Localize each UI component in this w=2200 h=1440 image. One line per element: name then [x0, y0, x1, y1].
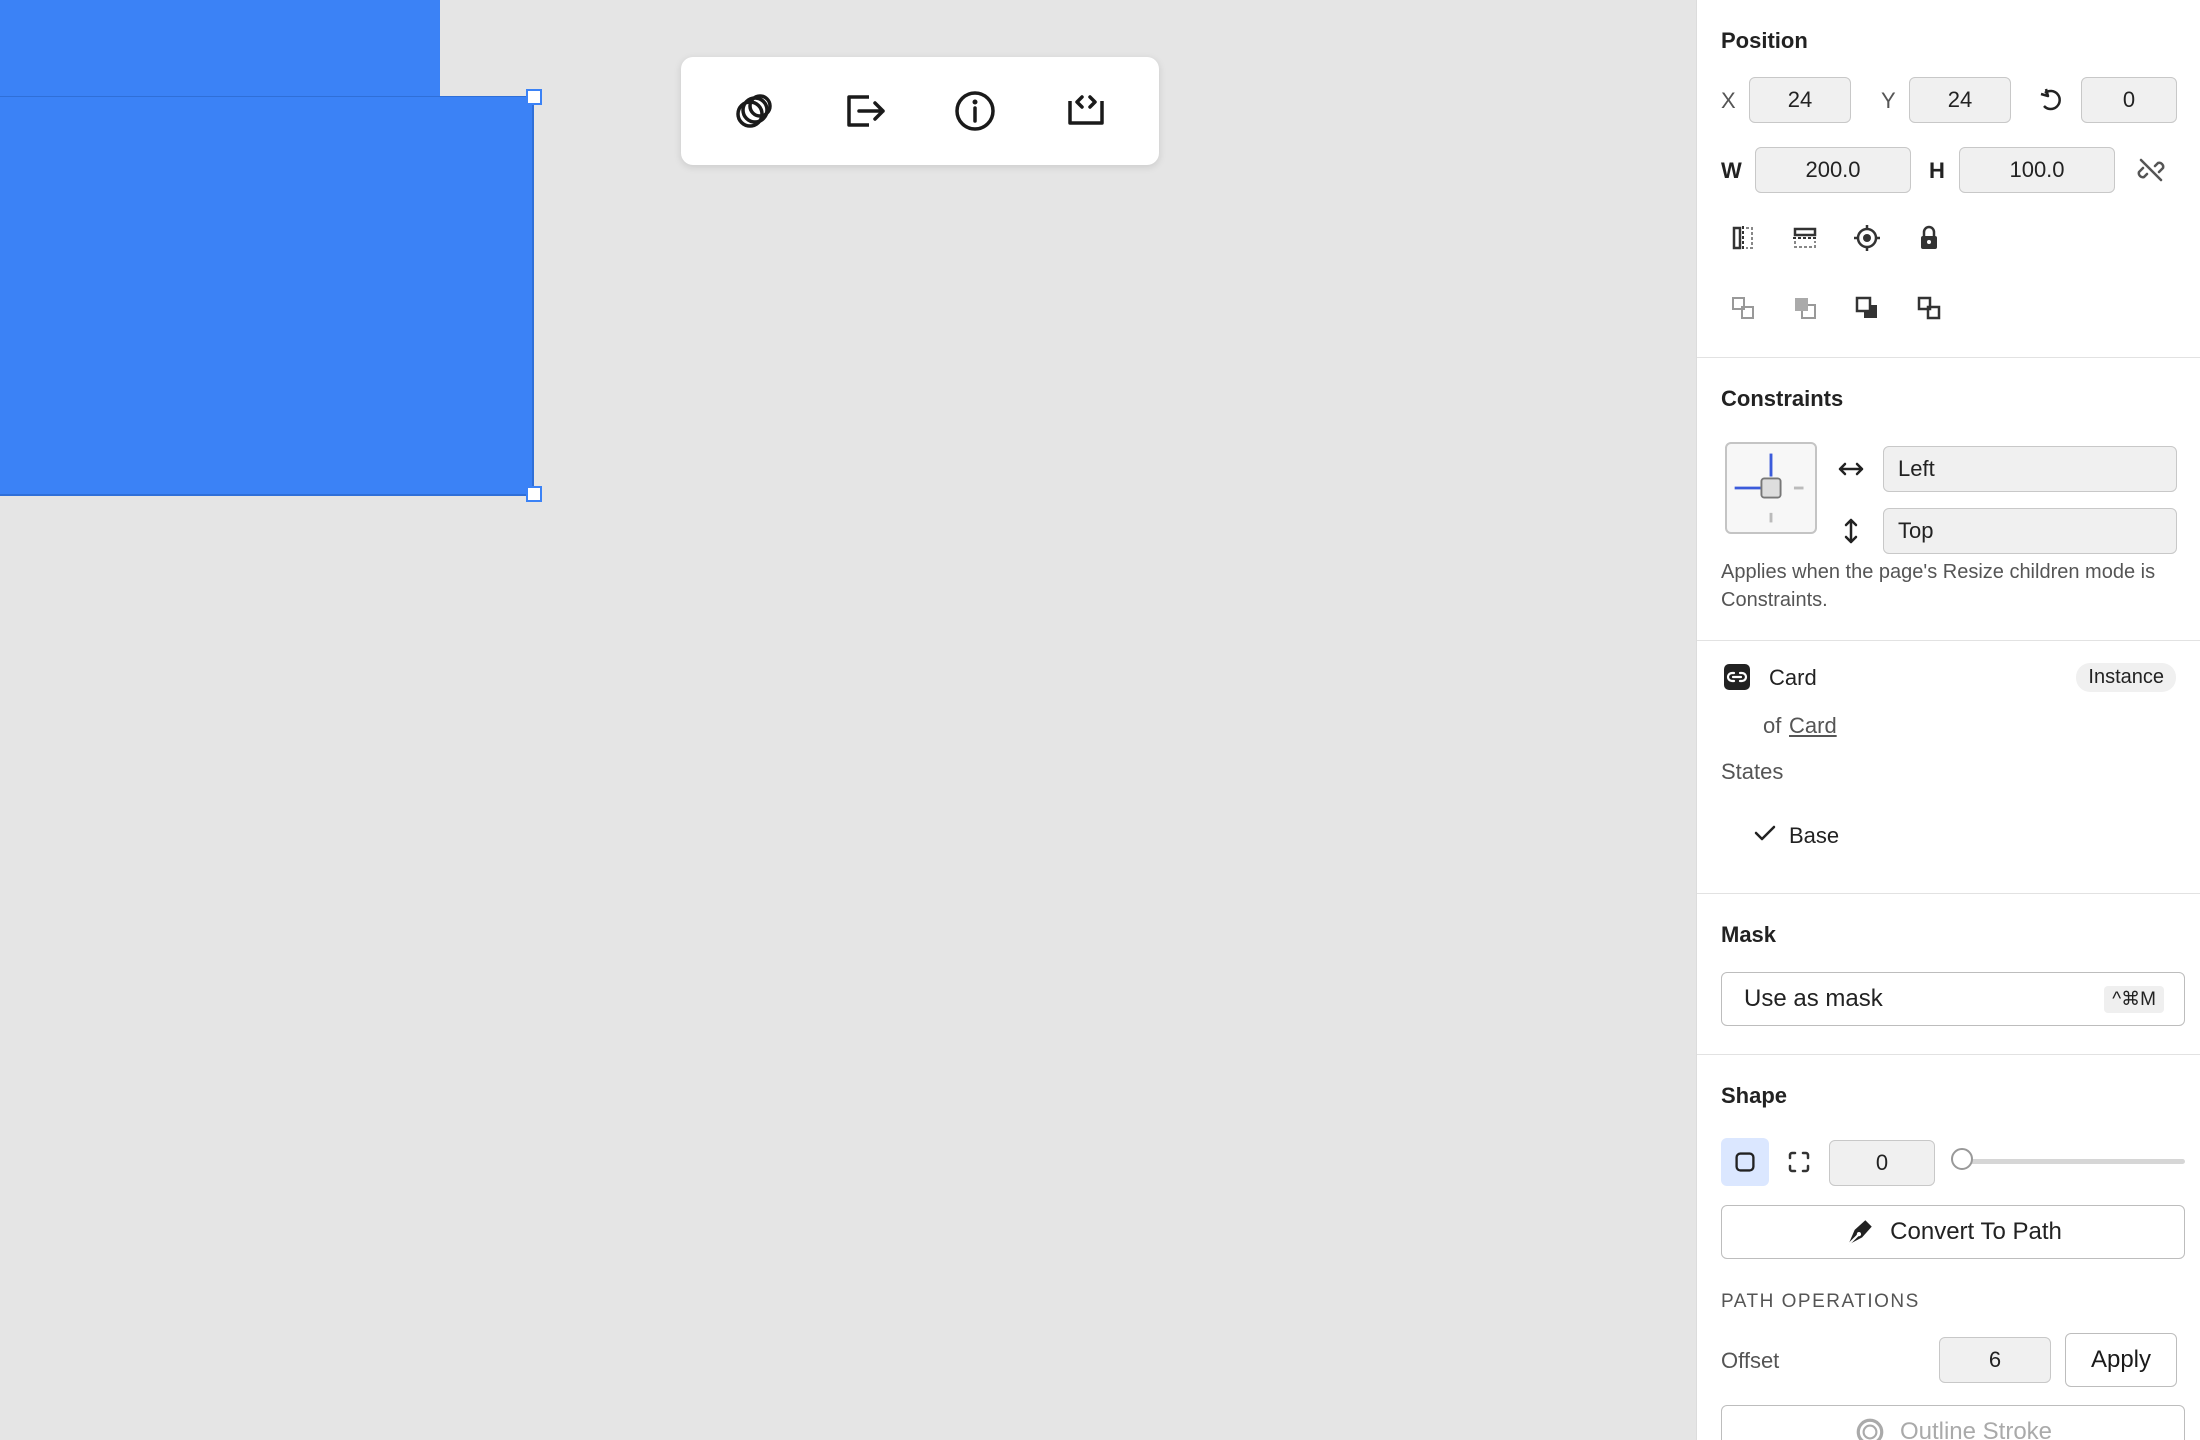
use-as-mask-label: Use as mask	[1744, 985, 1883, 1012]
send-to-back-icon[interactable]	[1789, 292, 1821, 324]
main-component-link[interactable]: Card	[1789, 713, 1837, 739]
outline-stroke-label: Outline Stroke	[1899, 1418, 2053, 1440]
path-operations-heading: PATH OPERATIONS	[1721, 1291, 1920, 1312]
h-label: H	[1929, 158, 1945, 183]
constraints-note: Applies when the page's Resize children …	[1721, 561, 2156, 611]
resize-handle-top-right[interactable]	[526, 89, 542, 105]
states-label: States	[1721, 759, 1784, 784]
pen-tool-icon	[1847, 1220, 1872, 1246]
rounded-square-icon	[1735, 1152, 1755, 1172]
corner-radius-slider-thumb[interactable]	[1951, 1148, 1973, 1170]
section-title: Position	[1721, 28, 1808, 53]
state-base[interactable]: Base	[1789, 823, 1839, 849]
rounded-corner-toggle[interactable]	[1721, 1138, 1769, 1186]
lock-icon[interactable]	[1913, 222, 1945, 254]
horizontal-constraint-select[interactable]: Left	[1883, 446, 2177, 492]
outline-ring-icon	[1856, 1418, 1884, 1440]
independent-corners-icon[interactable]	[1783, 1146, 1815, 1178]
section-title: Mask	[1721, 922, 1777, 947]
position-section: Position X 24 Y 24 0 W 200.0 H 100.0	[1697, 0, 2200, 358]
convert-to-path-button[interactable]: Convert To Path	[1721, 1205, 2185, 1259]
flip-vertical-icon[interactable]	[1789, 222, 1821, 254]
info-button[interactable]	[943, 79, 1007, 143]
offset-label: Offset	[1721, 1348, 1780, 1373]
convert-to-path-label: Convert To Path	[1890, 1218, 2062, 1245]
mask-section: Mask Use as mask ^⌘M	[1697, 894, 2200, 1055]
y-label: Y	[1881, 88, 1896, 113]
x-label: X	[1721, 88, 1736, 113]
component-name: Card	[1769, 665, 1817, 690]
apply-label: Apply	[2090, 1346, 2152, 1373]
code-embed-icon	[1068, 95, 1104, 125]
selected-blue-rectangle[interactable]	[0, 96, 534, 496]
flip-horizontal-icon[interactable]	[1727, 222, 1759, 254]
shape-section: Shape 0 Convert To Path PATH OPERATIONS …	[1697, 1055, 2200, 1440]
send-backward-icon[interactable]	[1727, 292, 1759, 324]
x-field[interactable]: 24	[1749, 77, 1851, 123]
section-title: Constraints	[1721, 386, 1844, 411]
section-title: Shape	[1721, 1083, 1788, 1108]
component-section: Card Instance of Card States Base	[1697, 641, 2200, 894]
y-field[interactable]: 24	[1909, 77, 2011, 123]
width-field[interactable]: 200.0	[1755, 147, 1911, 193]
outline-stroke-button[interactable]: Outline Stroke	[1721, 1405, 2185, 1440]
boolean-ops-button[interactable]	[722, 79, 786, 143]
corner-radius-field[interactable]: 0	[1829, 1140, 1935, 1186]
of-prefix: of	[1763, 713, 1782, 738]
code-button[interactable]	[1054, 79, 1118, 143]
constraints-section: Constraints Left Top Applies when the pa…	[1697, 358, 2200, 641]
target-icon[interactable]	[1851, 222, 1883, 254]
properties-panel: Position X 24 Y 24 0 W 200.0 H 100.0 Con…	[1696, 0, 2200, 1440]
w-label: W	[1721, 158, 1742, 183]
horizontal-arrows-icon	[1835, 453, 1867, 485]
floating-toolbar	[681, 57, 1159, 165]
height-field[interactable]: 100.0	[1959, 147, 2115, 193]
offset-field[interactable]: 6	[1939, 1337, 2051, 1383]
instance-badge: Instance	[2076, 663, 2176, 692]
unlink-aspect-icon[interactable]	[2135, 154, 2167, 186]
component-link-icon	[1721, 661, 1753, 693]
rotation-icon	[2035, 84, 2067, 116]
info-icon	[955, 91, 995, 131]
export-button[interactable]	[833, 79, 897, 143]
bring-forward-icon[interactable]	[1913, 292, 1945, 324]
overlapping-circles-icon	[736, 94, 772, 128]
rotation-field[interactable]: 0	[2081, 77, 2177, 123]
constraints-widget[interactable]	[1725, 442, 1817, 534]
bring-to-front-icon[interactable]	[1851, 292, 1883, 324]
use-as-mask-button[interactable]: Use as mask ^⌘M	[1721, 972, 2185, 1026]
canvas[interactable]	[0, 0, 1696, 1440]
check-icon	[1749, 817, 1781, 849]
resize-handle-bottom-right[interactable]	[526, 486, 542, 502]
export-arrow-icon	[847, 95, 885, 127]
vertical-arrows-icon	[1835, 515, 1867, 547]
blue-rectangle-background[interactable]	[0, 0, 440, 96]
apply-button[interactable]: Apply	[2065, 1333, 2177, 1387]
vertical-constraint-select[interactable]: Top	[1883, 508, 2177, 554]
corner-radius-slider-track[interactable]	[1953, 1159, 2185, 1164]
mask-shortcut: ^⌘M	[2104, 986, 2164, 1013]
